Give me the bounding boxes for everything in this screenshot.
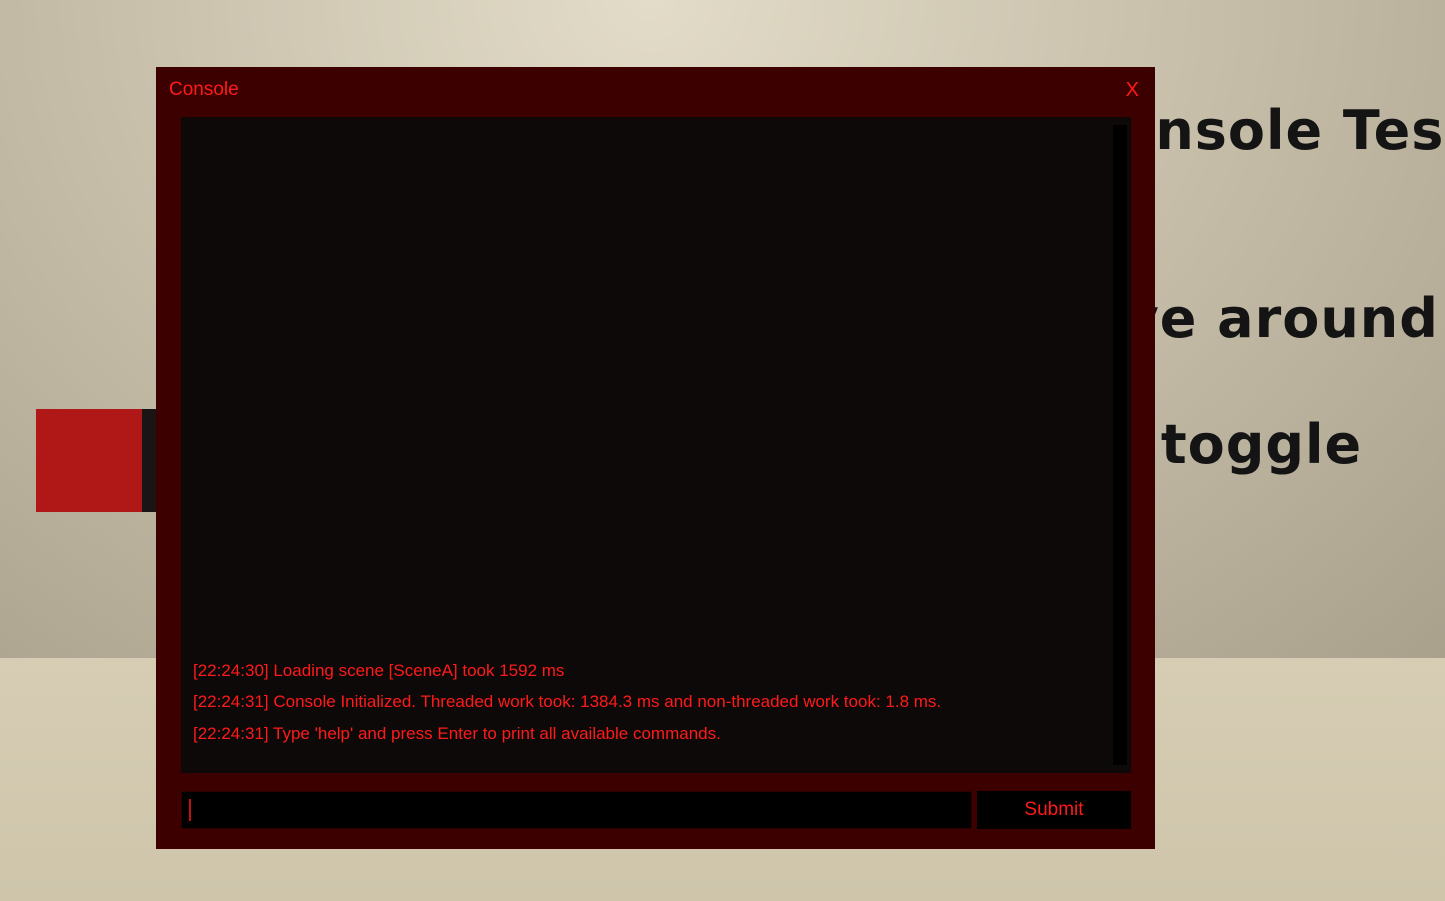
red-cube xyxy=(36,409,142,512)
log-line: [22:24:31] Type 'help' and press Enter t… xyxy=(193,723,721,743)
console-title: Console xyxy=(169,79,239,100)
close-button[interactable]: X xyxy=(1126,79,1139,102)
log-line: [22:24:30] Loading scene [SceneA] took 1… xyxy=(193,660,565,680)
command-input[interactable] xyxy=(181,791,972,829)
developer-console-window: Console X [22:24:30] Loading scene [Scen… xyxy=(156,67,1155,849)
log-line: [22:24:31] Console Initialized. Threaded… xyxy=(193,692,942,711)
log-lines: [22:24:30] Loading scene [SceneA] took 1… xyxy=(193,655,1101,750)
log-scrollbar[interactable] xyxy=(1113,125,1127,765)
input-caret-holder xyxy=(181,791,201,829)
text-caret xyxy=(189,799,191,821)
console-log-panel[interactable]: [22:24:30] Loading scene [SceneA] took 1… xyxy=(181,117,1131,773)
submit-button[interactable]: Submit xyxy=(977,791,1131,829)
